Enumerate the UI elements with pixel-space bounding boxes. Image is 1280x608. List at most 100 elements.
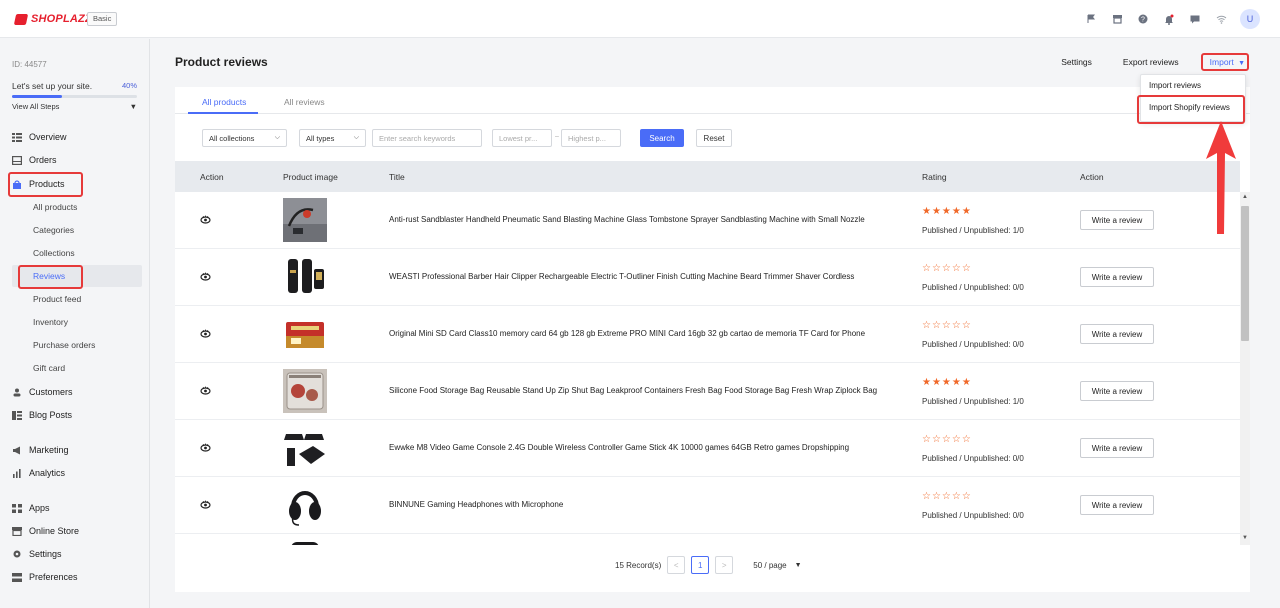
setup-progress-section: Let's set up your site. 40% [12,81,137,98]
next-page-button[interactable]: > [715,556,734,574]
search-input[interactable]: Enter search keywords [372,129,482,147]
sidebar-item-customers[interactable]: Customers [12,383,73,401]
write-review-button[interactable]: Write a review [1080,495,1154,515]
record-count: 15 Record(s) [615,560,662,570]
rating-stars: ★★★★★ [922,206,972,217]
per-page-select[interactable]: 50 / page ▼ [753,561,801,570]
message-icon[interactable] [1188,12,1202,26]
store-icon[interactable] [1110,12,1124,26]
highest-price-input[interactable]: Highest p... [561,129,621,147]
main-content: Product reviews Settings Export reviews … [160,39,1270,608]
sidebar-item-product-feed[interactable]: Product feed [33,291,81,307]
orders-icon [12,155,22,165]
column-header-action-2: Action [1080,172,1104,182]
import-button-highlight [1201,53,1249,71]
table-scrollbar[interactable]: ▲ ▼ [1240,192,1250,545]
export-reviews-link[interactable]: Export reviews [1123,57,1179,67]
tab-all-products[interactable]: All products [202,97,246,107]
products-highlight [8,172,83,197]
reset-button[interactable]: Reset [696,129,732,147]
write-review-button[interactable]: Write a review [1080,438,1154,458]
published-count: Published / Unpublished: 0/0 [922,511,1024,520]
published-count: Published / Unpublished: 0/0 [922,454,1024,463]
view-all-steps-label: View All Steps [12,102,60,111]
table-row: Anti-rust Sandblaster Handheld Pneumatic… [175,192,1240,249]
view-all-steps-dropdown[interactable]: View All Steps ▼ [12,102,137,111]
table-row: WEASTI Professional Barber Hair Clipper … [175,249,1240,306]
setup-percent: 40% [121,81,137,90]
collections-select-value: All collections [209,133,255,143]
setup-label: Let's set up your site. [12,81,93,91]
eye-icon[interactable] [200,271,211,282]
types-select[interactable]: All types ⌵ [299,129,366,147]
product-image [283,198,327,242]
rating-stars: ☆☆☆☆☆ [922,434,972,445]
collections-select[interactable]: All collections ⌵ [202,129,287,147]
flag-icon[interactable] [1084,12,1098,26]
sidebar-item-analytics[interactable]: Analytics [12,464,65,482]
rating-stars: ☆☆☆☆☆ [922,263,972,274]
sidebar-item-settings[interactable]: Settings [12,545,62,563]
search-button[interactable]: Search [640,129,684,147]
sidebar-item-label: Online Store [29,526,80,536]
product-title: WEASTI Professional Barber Hair Clipper … [389,272,855,281]
eye-icon[interactable] [200,385,211,396]
per-page-value: 50 / page [753,560,787,570]
sidebar-item-inventory[interactable]: Inventory [33,314,68,330]
top-bar: SHOPLAZZA Basic ? U [0,0,1280,38]
write-review-button[interactable]: Write a review [1080,381,1154,401]
write-review-button[interactable]: Write a review [1080,267,1154,287]
table-row: BINNUNE Gaming Headphones with Microphon… [175,477,1240,534]
wifi-icon[interactable] [1214,12,1228,26]
table-header: Action Product image Title Rating Action [175,161,1240,192]
sidebar-item-categories[interactable]: Categories [33,222,74,238]
menu-item-import-reviews[interactable]: Import reviews [1149,81,1201,90]
write-review-button[interactable]: Write a review [1080,324,1154,344]
sidebar-item-marketing[interactable]: Marketing [12,441,69,459]
sidebar-item-orders[interactable]: Orders [12,151,57,169]
eye-icon[interactable] [200,328,211,339]
reviews-card: All products All reviews All collections… [175,87,1250,592]
sidebar-item-gift-card[interactable]: Gift card [33,360,65,376]
range-separator: – [555,133,559,140]
product-title: Ewwke M8 Video Game Console 2.4G Double … [389,443,850,452]
prev-page-button[interactable]: < [667,556,686,574]
svg-text:?: ? [1141,17,1145,24]
product-title: Silicone Food Storage Bag Reusable Stand… [389,386,878,395]
page-number-button[interactable]: 1 [691,556,710,574]
overview-icon [12,132,22,142]
sidebar-item-online-store[interactable]: Online Store [12,522,79,540]
sidebar-item-label: Orders [29,155,57,165]
tab-all-reviews[interactable]: All reviews [284,97,325,107]
write-review-button[interactable]: Write a review [1080,210,1154,230]
eye-icon[interactable] [200,442,211,453]
eye-icon[interactable] [200,214,211,225]
published-count: Published / Unpublished: 0/0 [922,283,1024,292]
bell-icon[interactable] [1162,12,1176,26]
lowest-price-placeholder: Lowest pr... [499,133,538,143]
table-body: Anti-rust Sandblaster Handheld Pneumatic… [175,192,1240,545]
scrollbar-thumb[interactable] [1241,206,1249,341]
setup-progress-bar [12,95,137,98]
sidebar-item-overview[interactable]: Overview [12,128,67,146]
chevron-down-icon: ⌵ [353,134,359,141]
sidebar-item-purchase-orders[interactable]: Purchase orders [33,337,95,353]
eye-icon[interactable] [200,499,211,510]
rating-stars: ★★★★★ [922,377,972,388]
sidebar-item-preferences[interactable]: Preferences [12,568,78,586]
lowest-price-input[interactable]: Lowest pr... [492,129,552,147]
sidebar-item-all-products[interactable]: All products [33,199,77,215]
settings-link[interactable]: Settings [1061,57,1092,67]
scroll-up-icon[interactable]: ▲ [1242,194,1248,200]
column-header-rating: Rating [922,172,947,182]
search-input-placeholder: Enter search keywords [379,133,456,143]
avatar[interactable]: U [1240,9,1260,29]
help-icon[interactable]: ? [1136,12,1150,26]
tabs: All products All reviews [175,87,1250,114]
sidebar-item-apps[interactable]: Apps [12,499,50,517]
sidebar-item-blog-posts[interactable]: Blog Posts [12,406,72,424]
sidebar-item-collections[interactable]: Collections [33,245,75,261]
preferences-icon [12,572,22,582]
scroll-down-icon[interactable]: ▼ [1242,535,1248,541]
blog-posts-icon [12,410,22,420]
